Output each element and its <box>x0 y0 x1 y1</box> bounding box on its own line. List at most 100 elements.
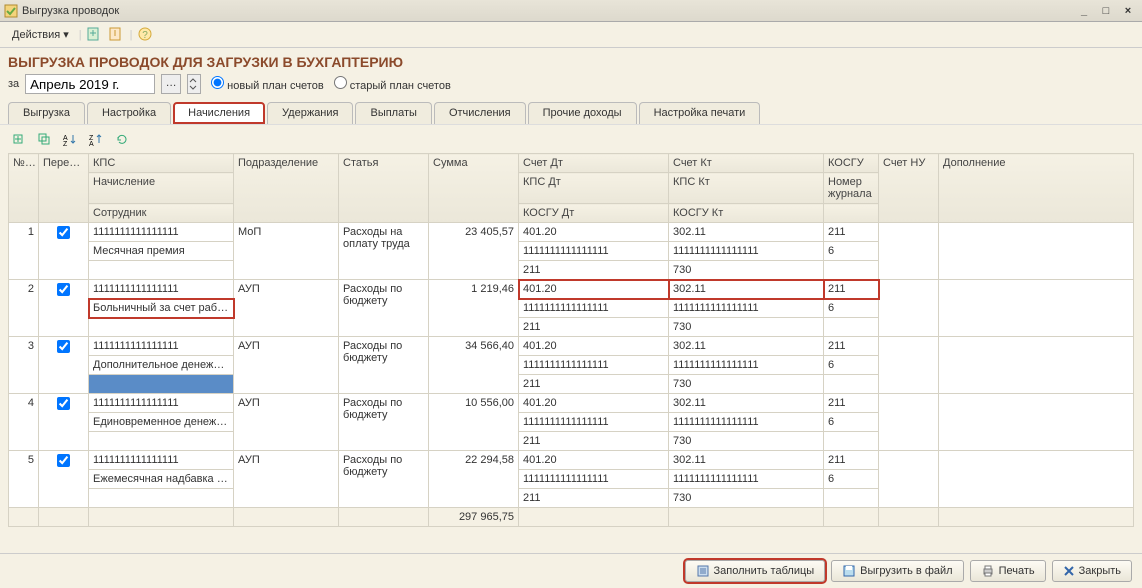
table-row[interactable]: 4 1111111111111111 АУП Расходы по бюджет… <box>9 394 1134 413</box>
cell-kosgu-dt[interactable]: 211 <box>519 375 669 394</box>
tab-otchisleniya[interactable]: Отчисления <box>434 102 526 124</box>
cell-kps[interactable]: 1111111111111111 <box>89 451 234 470</box>
cell-sotrudnik[interactable] <box>89 489 234 508</box>
cell-dopolnenie[interactable] <box>939 337 1134 394</box>
cell-dopolnenie[interactable] <box>939 394 1134 451</box>
cell-schet-kt[interactable]: 302.11 <box>669 223 824 242</box>
table-row[interactable]: 1 1111111111111111 МоП Расходы на оплату… <box>9 223 1134 242</box>
col-kps[interactable]: КПС <box>89 154 234 173</box>
col-nachislenie[interactable]: Начисление <box>89 173 234 204</box>
cell-nachislenie[interactable]: Дополнительное денежное... <box>89 356 234 375</box>
cell-kosgu[interactable]: 211 <box>824 280 879 299</box>
col-podrazd[interactable]: Подразделение <box>234 154 339 223</box>
table-row[interactable]: 3 1111111111111111 АУП Расходы по бюджет… <box>9 337 1134 356</box>
sort-asc-icon[interactable]: AZ <box>60 129 80 149</box>
cell-schet-kt[interactable]: 302.11 <box>669 394 824 413</box>
period-input[interactable] <box>25 74 155 94</box>
cell-kosgu[interactable]: 211 <box>824 337 879 356</box>
col-nomer-zh[interactable]: Номер журнала <box>824 173 879 204</box>
col-num[interactable]: № п/п <box>9 154 39 223</box>
col-summa[interactable]: Сумма <box>429 154 519 223</box>
col-schet-nu[interactable]: Счет НУ <box>879 154 939 223</box>
cell-nomer-zh[interactable]: 6 <box>824 299 879 318</box>
data-grid[interactable]: № п/п Перенос КПС Подразделение Статья С… <box>8 153 1134 527</box>
export-file-button[interactable]: Выгрузить в файл <box>831 560 963 582</box>
col-kps-kt[interactable]: КПС Кт <box>669 173 824 204</box>
cell-schet-dt[interactable]: 401.20 <box>519 223 669 242</box>
col-dopolnenie[interactable]: Дополнение <box>939 154 1134 223</box>
cell-schet-nu[interactable] <box>879 394 939 451</box>
cell-schet-nu[interactable] <box>879 337 939 394</box>
cell-sotrudnik[interactable] <box>89 432 234 451</box>
cell-kosgu-kt[interactable]: 730 <box>669 375 824 394</box>
cell-kps-kt[interactable]: 1111111111111111 <box>669 470 824 489</box>
col-schet-dt[interactable]: Счет Дт <box>519 154 669 173</box>
cell-nomer-zh[interactable]: 6 <box>824 242 879 261</box>
cell-statya[interactable]: Расходы по бюджету <box>339 451 429 508</box>
cell-sotrudnik[interactable] <box>89 261 234 280</box>
sort-desc-icon[interactable]: ZA <box>86 129 106 149</box>
cell-summa[interactable]: 1 219,46 <box>429 280 519 337</box>
cell-kosgu-kt[interactable]: 730 <box>669 489 824 508</box>
period-picker-button[interactable]: … <box>161 74 181 94</box>
col-kps-dt[interactable]: КПС Дт <box>519 173 669 204</box>
cell-kosgu[interactable]: 211 <box>824 394 879 413</box>
cell-kps-dt[interactable]: 1111111111111111 <box>519 242 669 261</box>
cell-kosgu-kt[interactable]: 730 <box>669 432 824 451</box>
cell-schet-kt[interactable]: 302.11 <box>669 451 824 470</box>
cell-kosgu-dt[interactable]: 211 <box>519 318 669 337</box>
cell-nachislenie[interactable]: Больничный за счет работо... <box>89 299 234 318</box>
cell-schet-nu[interactable] <box>879 451 939 508</box>
add-row-icon[interactable] <box>8 129 28 149</box>
cell-check[interactable] <box>39 337 89 394</box>
cell-schet-dt[interactable]: 401.20 <box>519 280 669 299</box>
cell-schet-nu[interactable] <box>879 280 939 337</box>
table-row[interactable]: 2 1111111111111111 АУП Расходы по бюджет… <box>9 280 1134 299</box>
tab-uderzhaniya[interactable]: Удержания <box>267 102 353 124</box>
cell-statya[interactable]: Расходы по бюджету <box>339 394 429 451</box>
refresh-icon[interactable] <box>112 129 132 149</box>
print-button[interactable]: Печать <box>970 560 1046 582</box>
cell-sotrudnik[interactable] <box>89 318 234 337</box>
cell-schet-nu[interactable] <box>879 223 939 280</box>
cell-kps-kt[interactable]: 1111111111111111 <box>669 356 824 375</box>
cell-kps[interactable]: 1111111111111111 <box>89 394 234 413</box>
cell-check[interactable] <box>39 223 89 280</box>
cell-kps-dt[interactable]: 1111111111111111 <box>519 413 669 432</box>
cell-kosgu-kt[interactable]: 730 <box>669 318 824 337</box>
cell-schet-dt[interactable]: 401.20 <box>519 451 669 470</box>
cell-summa[interactable]: 22 294,58 <box>429 451 519 508</box>
cell-dopolnenie[interactable] <box>939 223 1134 280</box>
cell-schet-dt[interactable]: 401.20 <box>519 394 669 413</box>
cell-nachislenie[interactable]: Месячная премия <box>89 242 234 261</box>
cell-kosgu-dt[interactable]: 211 <box>519 432 669 451</box>
cell-podrazd[interactable]: АУП <box>234 337 339 394</box>
radio-new-plan[interactable]: новый план счетов <box>211 76 324 92</box>
cell-sotrudnik[interactable] <box>89 375 234 394</box>
cell-statya[interactable]: Расходы по бюджету <box>339 337 429 394</box>
table-row[interactable]: 5 1111111111111111 АУП Расходы по бюджет… <box>9 451 1134 470</box>
cell-podrazd[interactable]: АУП <box>234 280 339 337</box>
cell-statya[interactable]: Расходы на оплату труда <box>339 223 429 280</box>
actions-menu[interactable]: Действия ▾ <box>6 26 75 43</box>
cell-podrazd[interactable]: АУП <box>234 394 339 451</box>
cell-kosgu-kt[interactable]: 730 <box>669 261 824 280</box>
cell-kps-kt[interactable]: 1111111111111111 <box>669 299 824 318</box>
cell-nachislenie[interactable]: Ежемесячная надбавка за ... <box>89 470 234 489</box>
cell-kps-kt[interactable]: 1111111111111111 <box>669 242 824 261</box>
cell-schet-kt[interactable]: 302.11 <box>669 337 824 356</box>
data-grid-wrap[interactable]: № п/п Перенос КПС Подразделение Статья С… <box>0 153 1142 543</box>
close-button[interactable]: × <box>1118 4 1138 18</box>
cell-statya[interactable]: Расходы по бюджету <box>339 280 429 337</box>
col-kosgu-kt[interactable]: КОСГУ Кт <box>669 204 824 223</box>
cell-nomer-zh[interactable]: 6 <box>824 470 879 489</box>
cell-nomer-zh[interactable]: 6 <box>824 413 879 432</box>
cell-nachislenie[interactable]: Единовременное денежное... <box>89 413 234 432</box>
tab-vygruzka[interactable]: Выгрузка <box>8 102 85 124</box>
cell-kps-dt[interactable]: 1111111111111111 <box>519 356 669 375</box>
cell-kps-kt[interactable]: 1111111111111111 <box>669 413 824 432</box>
col-kosgu[interactable]: КОСГУ <box>824 154 879 173</box>
cell-nomer-zh[interactable]: 6 <box>824 356 879 375</box>
cell-kps[interactable]: 1111111111111111 <box>89 280 234 299</box>
close-window-button[interactable]: Закрыть <box>1052 560 1132 582</box>
